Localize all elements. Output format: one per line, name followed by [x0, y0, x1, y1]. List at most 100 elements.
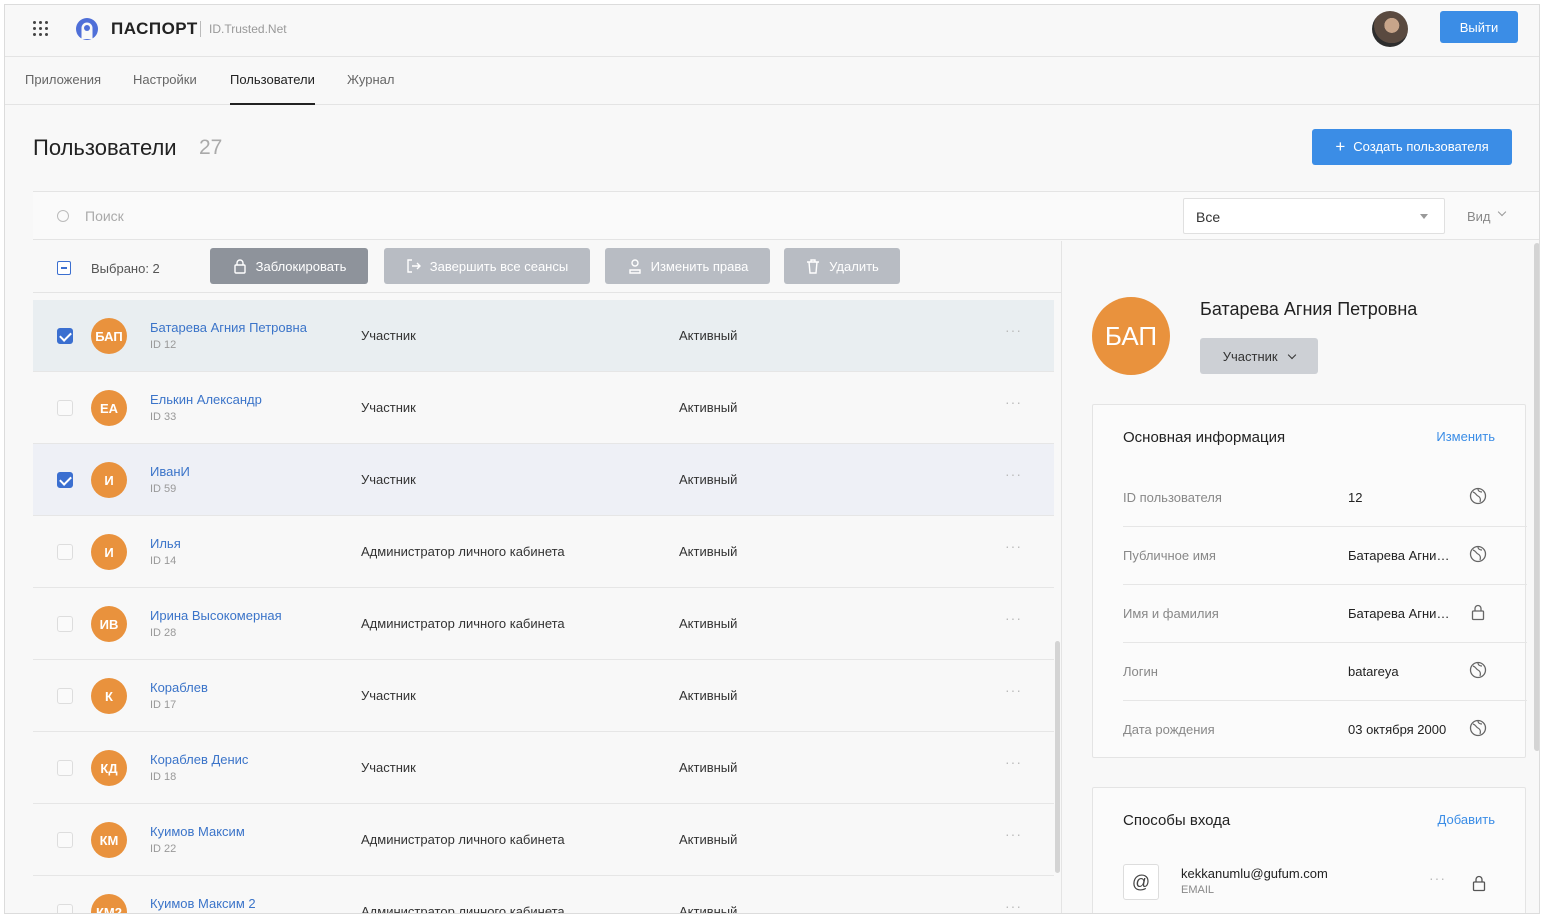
more-icon[interactable]: ···	[1005, 682, 1022, 698]
row-checkbox[interactable]	[57, 688, 73, 704]
list-scrollbar[interactable]	[1055, 641, 1060, 873]
user-row[interactable]: К Кораблев ID 17 Участник Активный ···	[33, 660, 1054, 732]
globe-icon[interactable]	[1469, 661, 1487, 679]
change-rights-button[interactable]: Изменить права	[605, 248, 770, 284]
add-login-link[interactable]: Добавить	[1438, 812, 1495, 827]
view-toggle[interactable]: Вид	[1467, 209, 1491, 224]
info-label: Логин	[1123, 664, 1158, 679]
top-bar: ПАСПОРТ ID.Trusted.Net Выйти	[5, 5, 1539, 57]
info-row: Публичное имя Батарева Агния Петровна	[1123, 527, 1527, 585]
more-icon[interactable]: ···	[1005, 826, 1022, 842]
user-avatar-initials: БАП	[91, 318, 127, 354]
user-id: ID 22	[150, 843, 177, 855]
user-id: ID 59	[150, 483, 177, 495]
more-icon[interactable]: ···	[1005, 898, 1022, 913]
user-detail-panel: БАП Батарева Агния Петровна Участник Осн…	[1061, 241, 1539, 913]
login-methods-title: Способы входа	[1123, 812, 1231, 829]
globe-icon[interactable]	[1469, 545, 1487, 563]
row-checkbox[interactable]	[57, 616, 73, 632]
detail-avatar: БАП	[1092, 297, 1170, 375]
detail-scrollbar[interactable]	[1534, 243, 1539, 751]
info-label: Имя и фамилия	[1123, 606, 1219, 621]
user-status: Активный	[679, 400, 738, 415]
user-row[interactable]: ИВ Ирина Высокомерная ID 28 Администрато…	[33, 588, 1054, 660]
info-label: Публичное имя	[1123, 548, 1216, 563]
user-name-link[interactable]: Кораблев Денис	[150, 752, 248, 767]
status-filter-select[interactable]: Все	[1183, 198, 1445, 234]
role-dropdown[interactable]: Участник	[1200, 338, 1318, 374]
block-button[interactable]: Заблокировать	[210, 248, 368, 284]
info-value: Батарева Агния Петровна	[1348, 606, 1456, 621]
more-icon[interactable]: ···	[1429, 870, 1446, 886]
user-avatar[interactable]	[1372, 11, 1408, 47]
globe-icon[interactable]	[1469, 487, 1487, 505]
user-id: ID 12	[150, 339, 177, 351]
user-name-link[interactable]: Кораблев	[150, 680, 208, 695]
end-sessions-button[interactable]: Завершить все сеансы	[384, 248, 590, 284]
user-avatar-initials: И	[91, 534, 127, 570]
more-icon[interactable]: ···	[1005, 754, 1022, 770]
select-all-checkbox[interactable]	[57, 261, 71, 275]
info-label: ID пользователя	[1123, 490, 1222, 505]
edit-link[interactable]: Изменить	[1436, 429, 1495, 444]
user-status: Активный	[679, 328, 738, 343]
brand-name: ПАСПОРТ	[111, 19, 198, 38]
lock-icon[interactable]	[1471, 874, 1487, 892]
more-icon[interactable]: ···	[1005, 610, 1022, 626]
search-input[interactable]	[85, 204, 385, 228]
status-filter-value: Все	[1196, 209, 1221, 225]
row-checkbox[interactable]	[57, 904, 73, 913]
logout-button[interactable]: Выйти	[1440, 11, 1518, 43]
user-row[interactable]: КМ Куимов Максим ID 22 Администратор лич…	[33, 804, 1054, 876]
user-row[interactable]: КД Кораблев Денис ID 18 Участник Активны…	[33, 732, 1054, 804]
globe-icon[interactable]	[1469, 719, 1487, 737]
row-checkbox[interactable]	[57, 472, 73, 488]
user-status: Активный	[679, 544, 738, 559]
user-name-link[interactable]: Куимов Максим	[150, 824, 245, 839]
row-checkbox[interactable]	[57, 544, 73, 560]
row-checkbox[interactable]	[57, 400, 73, 416]
more-icon[interactable]: ···	[1005, 538, 1022, 554]
user-row[interactable]: И Илья ID 14 Администратор личного кабин…	[33, 516, 1054, 588]
main-info-card: Основная информация Изменить ID пользова…	[1092, 404, 1527, 758]
block-label: Заблокировать	[255, 258, 347, 274]
row-checkbox[interactable]	[57, 328, 73, 344]
plus-icon: +	[1335, 137, 1346, 156]
user-role: Участник	[361, 760, 416, 775]
user-role: Администратор личного кабинета	[361, 544, 565, 559]
lock-icon[interactable]	[1469, 603, 1487, 621]
users-list-panel: Выбрано: 2 Заблокировать Завершить все с…	[33, 241, 1061, 913]
user-role: Участник	[361, 688, 416, 703]
create-user-button[interactable]: + Создать пользователя	[1312, 129, 1512, 165]
delete-button[interactable]: Удалить	[784, 248, 900, 284]
user-avatar-initials: КМ	[91, 822, 127, 858]
tab-settings[interactable]: Настройки	[133, 72, 197, 105]
user-id: ID 17	[150, 699, 177, 711]
user-row[interactable]: И ИванИ ID 59 Участник Активный ···	[33, 444, 1054, 516]
user-name-link[interactable]: Батарева Агния Петровна	[150, 320, 307, 335]
search-icon	[57, 210, 69, 222]
apps-grid-icon[interactable]	[33, 21, 49, 37]
user-name-link[interactable]: Куимов Максим 2	[150, 896, 256, 911]
info-label: Дата рождения	[1123, 722, 1215, 737]
more-icon[interactable]: ···	[1005, 394, 1022, 410]
login-email: kekkanumlu@gufum.com	[1181, 866, 1328, 881]
tab-journal[interactable]: Журнал	[347, 72, 394, 105]
chevron-down-icon	[1497, 207, 1507, 217]
row-checkbox[interactable]	[57, 760, 73, 776]
user-name-link[interactable]: ИванИ	[150, 464, 190, 479]
user-row[interactable]: ЕА Елькин Александр ID 33 Участник Актив…	[33, 372, 1054, 444]
user-row[interactable]: КМ2 Куимов Максим 2 ID 23 Администратор …	[33, 876, 1054, 913]
more-icon[interactable]: ···	[1005, 322, 1022, 338]
tab-users[interactable]: Пользователи	[230, 72, 315, 105]
user-row[interactable]: БАП Батарева Агния Петровна ID 12 Участн…	[33, 300, 1054, 372]
user-name-link[interactable]: Ирина Высокомерная	[150, 608, 282, 623]
more-icon[interactable]: ···	[1005, 466, 1022, 482]
lock-icon	[233, 259, 246, 274]
trash-icon	[807, 259, 820, 274]
user-name-link[interactable]: Илья	[150, 536, 181, 551]
user-name-link[interactable]: Елькин Александр	[150, 392, 262, 407]
row-checkbox[interactable]	[57, 832, 73, 848]
info-row: Имя и фамилия Батарева Агния Петровна	[1123, 585, 1527, 643]
tab-applications[interactable]: Приложения	[25, 72, 101, 105]
